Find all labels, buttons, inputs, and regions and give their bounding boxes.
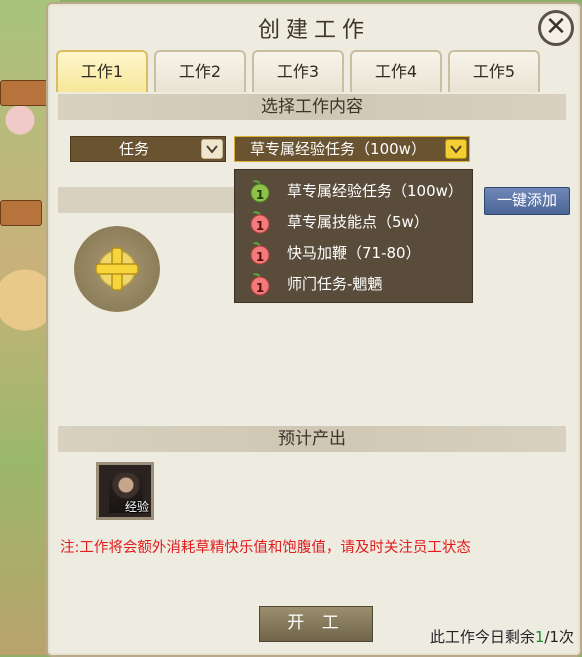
task-option[interactable]: 1 快马加鞭（71-80） xyxy=(243,238,468,268)
badge-number: 1 xyxy=(255,188,265,202)
task-option-label: 草专属技能点（5w） xyxy=(287,213,429,231)
task-option-label: 师门任务-魍魉 xyxy=(287,275,383,293)
add-all-button[interactable]: 一键添加 xyxy=(484,187,570,215)
type-dropdown-value: 任务 xyxy=(118,140,149,158)
tab-work-4[interactable]: 工作4 xyxy=(350,50,442,92)
badge-number: 1 xyxy=(255,250,265,264)
tab-work-2[interactable]: 工作2 xyxy=(154,50,246,92)
expected-output-header: 预计产出 xyxy=(58,426,566,452)
type-dropdown[interactable]: 任务 xyxy=(70,136,226,162)
task-option-label: 快马加鞭（71-80） xyxy=(287,244,421,262)
remaining-count: 此工作今日剩余1/1次 xyxy=(430,626,574,647)
output-item-label: 经验 xyxy=(124,500,149,514)
close-icon[interactable]: ✕ xyxy=(538,10,574,46)
create-work-dialog: 创建工作 ✕ 工作1 工作2 工作3 工作4 工作5 选择工作内容 任务 草专属… xyxy=(46,2,582,657)
task-option[interactable]: 1 师门任务-魍魉 xyxy=(243,269,468,299)
task-dropdown[interactable]: 草专属经验任务（100w） xyxy=(234,136,470,162)
background-crate xyxy=(0,80,52,106)
add-slot-button[interactable] xyxy=(74,226,160,312)
start-work-button[interactable]: 开 工 xyxy=(259,606,373,642)
chevron-down-icon xyxy=(445,139,467,159)
badge-number: 1 xyxy=(255,219,265,233)
slot-header-bar xyxy=(58,187,234,213)
output-item-experience[interactable]: 经验 xyxy=(96,462,154,520)
select-content-header: 选择工作内容 xyxy=(58,94,566,120)
dialog-title: 创建工作 xyxy=(257,18,370,43)
task-dropdown-list: 1 草专属经验任务（100w） 1 草专属技能点（5w） 1 快马加鞭（71-8… xyxy=(234,169,473,303)
badge-number: 1 xyxy=(255,281,265,295)
task-option[interactable]: 1 草专属经验任务（100w） xyxy=(243,176,468,206)
remaining-prefix: 此工作今日剩余 xyxy=(429,628,535,646)
remaining-total: /1 xyxy=(544,628,559,646)
plus-icon xyxy=(95,247,139,291)
tab-work-3[interactable]: 工作3 xyxy=(252,50,344,92)
work-tabs: 工作1 工作2 工作3 工作4 工作5 xyxy=(56,50,540,94)
tab-work-5[interactable]: 工作5 xyxy=(448,50,540,92)
task-option[interactable]: 1 草专属技能点（5w） xyxy=(243,207,468,237)
task-option-label: 草专属经验任务（100w） xyxy=(287,182,463,200)
chevron-down-icon xyxy=(201,139,223,159)
tab-work-1[interactable]: 工作1 xyxy=(56,50,148,92)
warning-note: 注:工作将会额外消耗草精快乐值和饱腹值，请及时关注员工状态 xyxy=(60,540,471,556)
task-dropdown-value: 草专属经验任务（100w） xyxy=(250,140,426,158)
remaining-left: 1 xyxy=(534,628,545,646)
background-crate xyxy=(0,200,42,226)
remaining-suffix: 次 xyxy=(558,628,574,646)
